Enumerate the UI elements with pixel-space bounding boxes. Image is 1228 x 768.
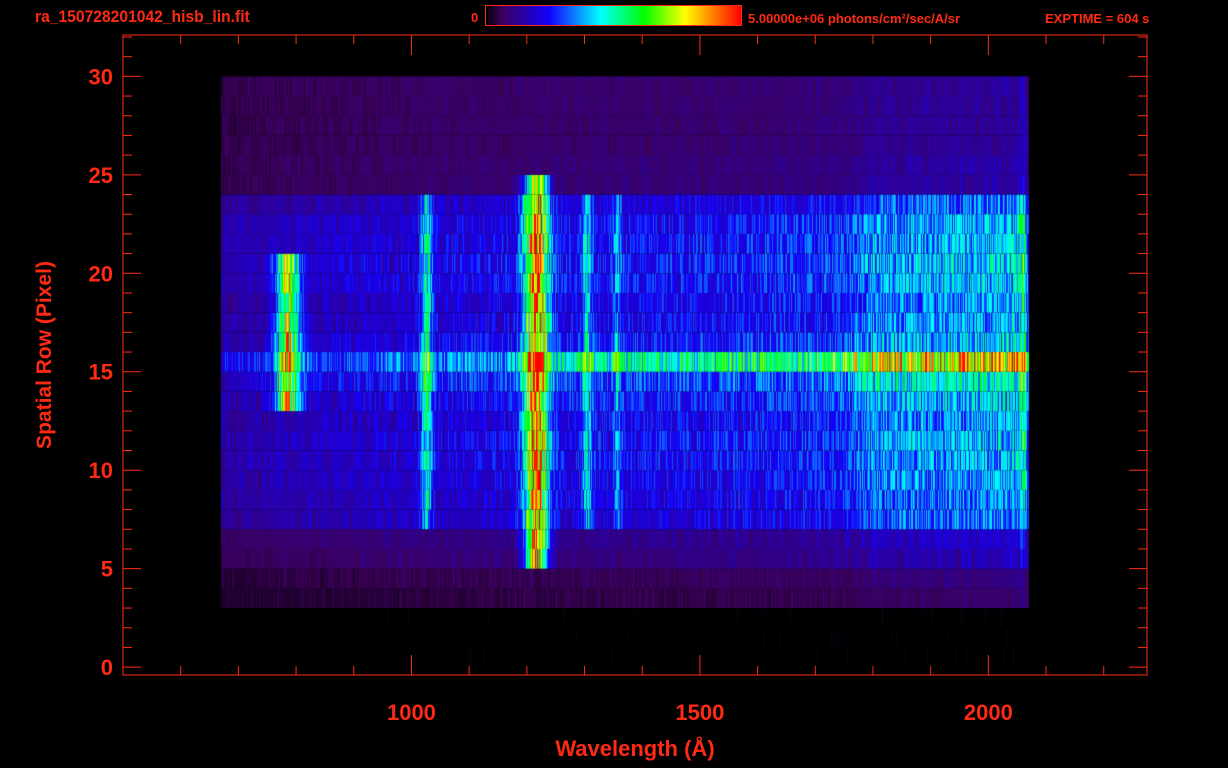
y-tick-label: 10 xyxy=(89,458,113,483)
y-tick-label: 0 xyxy=(101,655,113,680)
y-axis-label: Spatial Row (Pixel) xyxy=(33,261,56,449)
x-tick-label: 2000 xyxy=(964,700,1013,725)
y-tick-label: 30 xyxy=(89,64,113,89)
x-tick-label: 1500 xyxy=(675,700,724,725)
plot-frame xyxy=(122,34,1148,676)
y-tick-label: 20 xyxy=(89,261,113,286)
y-tick-label: 15 xyxy=(89,360,113,385)
plot-axes: 1000 1500 2000 0 5 10 15 20 25 30 xyxy=(89,34,1148,725)
y-tick-label: 25 xyxy=(89,163,113,188)
x-tick-label: 1000 xyxy=(387,700,436,725)
y-tick-label: 5 xyxy=(101,557,113,582)
x-axis-label: Wavelength (Å) xyxy=(555,736,715,761)
